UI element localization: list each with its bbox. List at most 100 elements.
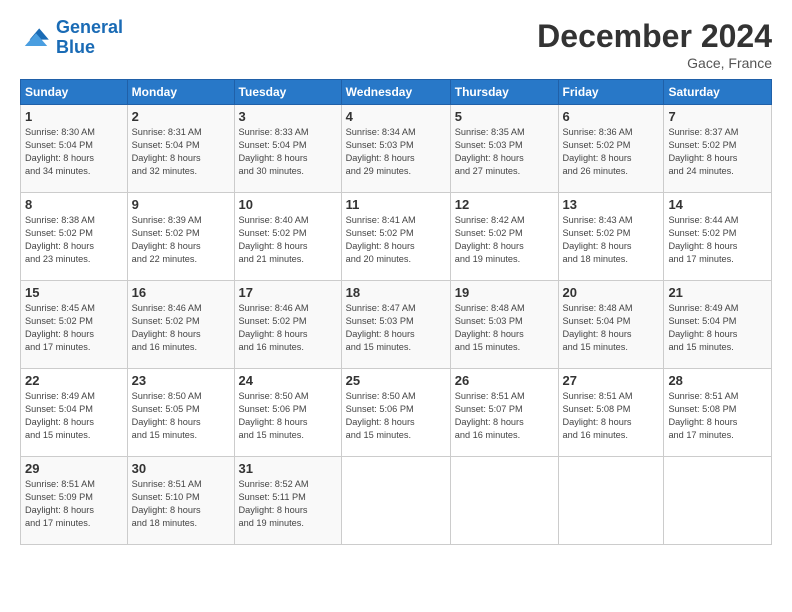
calendar-cell [664,457,772,545]
calendar-week-1: 1 Sunrise: 8:30 AMSunset: 5:04 PMDaylight… [21,105,772,193]
calendar-cell: 16 Sunrise: 8:46 AMSunset: 5:02 PMDayligh… [127,281,234,369]
day-info: Sunrise: 8:51 AMSunset: 5:09 PMDaylight:… [25,478,123,530]
day-info: Sunrise: 8:35 AMSunset: 5:03 PMDaylight:… [455,126,554,178]
day-info: Sunrise: 8:51 AMSunset: 5:07 PMDaylight:… [455,390,554,442]
calendar-cell: 13 Sunrise: 8:43 AMSunset: 5:02 PMDayligh… [558,193,664,281]
day-info: Sunrise: 8:42 AMSunset: 5:02 PMDaylight:… [455,214,554,266]
day-info: Sunrise: 8:39 AMSunset: 5:02 PMDaylight:… [132,214,230,266]
day-info: Sunrise: 8:36 AMSunset: 5:02 PMDaylight:… [563,126,660,178]
day-info: Sunrise: 8:50 AMSunset: 5:06 PMDaylight:… [346,390,446,442]
day-info: Sunrise: 8:50 AMSunset: 5:05 PMDaylight:… [132,390,230,442]
day-number: 6 [563,109,660,124]
day-number: 28 [668,373,767,388]
calendar-cell: 27Sunrise: 8:51 AMSunset: 5:08 PMDayligh… [558,369,664,457]
logo-line1: General [56,17,123,37]
calendar-cell: 21 Sunrise: 8:49 AMSunset: 5:04 PMDayligh… [664,281,772,369]
day-info: Sunrise: 8:30 AMSunset: 5:04 PMDaylight:… [25,126,123,178]
day-number: 7 [668,109,767,124]
calendar-cell: 25 Sunrise: 8:50 AMSunset: 5:06 PMDayligh… [341,369,450,457]
day-info: Sunrise: 8:49 AMSunset: 5:04 PMDaylight:… [25,390,123,442]
logo: General Blue [20,18,123,58]
day-info: Sunrise: 8:48 AMSunset: 5:03 PMDaylight:… [455,302,554,354]
calendar-cell: 26 Sunrise: 8:51 AMSunset: 5:07 PMDayligh… [450,369,558,457]
title-block: December 2024 Gace, France [537,18,772,71]
day-number: 24 [239,373,337,388]
month-title: December 2024 [537,18,772,55]
calendar-cell [341,457,450,545]
calendar-week-4: 22 Sunrise: 8:49 AMSunset: 5:04 PMDayligh… [21,369,772,457]
day-info: Sunrise: 8:31 AMSunset: 5:04 PMDaylight:… [132,126,230,178]
day-info: Sunrise: 8:49 AMSunset: 5:04 PMDaylight:… [668,302,767,354]
calendar-cell: 2 Sunrise: 8:31 AMSunset: 5:04 PMDaylight… [127,105,234,193]
calendar-cell: 23 Sunrise: 8:50 AMSunset: 5:05 PMDayligh… [127,369,234,457]
day-number: 4 [346,109,446,124]
calendar-cell: 3Sunrise: 8:33 AMSunset: 5:04 PMDaylight… [234,105,341,193]
col-monday: Monday [127,80,234,105]
day-number: 13 [563,197,660,212]
day-number: 10 [239,197,337,212]
day-info: Sunrise: 8:52 AMSunset: 5:11 PMDaylight:… [239,478,337,530]
day-number: 14 [668,197,767,212]
day-number: 23 [132,373,230,388]
day-number: 30 [132,461,230,476]
day-number: 19 [455,285,554,300]
calendar-cell: 17 Sunrise: 8:46 AMSunset: 5:02 PMDayligh… [234,281,341,369]
calendar-week-3: 15Sunrise: 8:45 AMSunset: 5:02 PMDayligh… [21,281,772,369]
calendar-cell: 20 Sunrise: 8:48 AMSunset: 5:04 PMDayligh… [558,281,664,369]
day-number: 29 [25,461,123,476]
calendar-header: Sunday Monday Tuesday Wednesday Thursday… [21,80,772,105]
day-info: Sunrise: 8:51 AMSunset: 5:08 PMDaylight:… [668,390,767,442]
day-number: 31 [239,461,337,476]
day-number: 16 [132,285,230,300]
day-info: Sunrise: 8:47 AMSunset: 5:03 PMDaylight:… [346,302,446,354]
calendar-cell: 9 Sunrise: 8:39 AMSunset: 5:02 PMDaylight… [127,193,234,281]
calendar-cell: 7Sunrise: 8:37 AMSunset: 5:02 PMDaylight… [664,105,772,193]
day-info: Sunrise: 8:43 AMSunset: 5:02 PMDaylight:… [563,214,660,266]
day-number: 21 [668,285,767,300]
header-row: Sunday Monday Tuesday Wednesday Thursday… [21,80,772,105]
day-number: 15 [25,285,123,300]
calendar-cell: 22 Sunrise: 8:49 AMSunset: 5:04 PMDayligh… [21,369,128,457]
day-info: Sunrise: 8:46 AMSunset: 5:02 PMDaylight:… [239,302,337,354]
calendar-cell: 1 Sunrise: 8:30 AMSunset: 5:04 PMDaylight… [21,105,128,193]
day-number: 2 [132,109,230,124]
calendar-cell: 10Sunrise: 8:40 AMSunset: 5:02 PMDayligh… [234,193,341,281]
day-info: Sunrise: 8:34 AMSunset: 5:03 PMDaylight:… [346,126,446,178]
day-number: 20 [563,285,660,300]
calendar-cell [558,457,664,545]
col-friday: Friday [558,80,664,105]
calendar-cell: 4 Sunrise: 8:34 AMSunset: 5:03 PMDaylight… [341,105,450,193]
day-number: 1 [25,109,123,124]
day-info: Sunrise: 8:33 AMSunset: 5:04 PMDaylight:… [239,126,337,178]
col-saturday: Saturday [664,80,772,105]
calendar-cell: 5Sunrise: 8:35 AMSunset: 5:03 PMDaylight… [450,105,558,193]
day-number: 17 [239,285,337,300]
calendar-cell: 11 Sunrise: 8:41 AMSunset: 5:02 PMDayligh… [341,193,450,281]
calendar-cell: 19 Sunrise: 8:48 AMSunset: 5:03 PMDayligh… [450,281,558,369]
day-info: Sunrise: 8:51 AMSunset: 5:10 PMDaylight:… [132,478,230,530]
calendar-cell: 8Sunrise: 8:38 AMSunset: 5:02 PMDaylight… [21,193,128,281]
day-info: Sunrise: 8:46 AMSunset: 5:02 PMDaylight:… [132,302,230,354]
calendar-cell: 12 Sunrise: 8:42 AMSunset: 5:02 PMDayligh… [450,193,558,281]
logo-line2: Blue [56,37,95,57]
calendar-body: 1 Sunrise: 8:30 AMSunset: 5:04 PMDaylight… [21,105,772,545]
day-number: 11 [346,197,446,212]
day-number: 26 [455,373,554,388]
col-tuesday: Tuesday [234,80,341,105]
day-number: 9 [132,197,230,212]
calendar-cell: 29 Sunrise: 8:51 AMSunset: 5:09 PMDayligh… [21,457,128,545]
day-number: 22 [25,373,123,388]
day-info: Sunrise: 8:41 AMSunset: 5:02 PMDaylight:… [346,214,446,266]
day-number: 12 [455,197,554,212]
day-number: 18 [346,285,446,300]
day-info: Sunrise: 8:44 AMSunset: 5:02 PMDaylight:… [668,214,767,266]
calendar-week-2: 8Sunrise: 8:38 AMSunset: 5:02 PMDaylight… [21,193,772,281]
col-thursday: Thursday [450,80,558,105]
day-number: 25 [346,373,446,388]
day-number: 8 [25,197,123,212]
calendar-cell: 18 Sunrise: 8:47 AMSunset: 5:03 PMDayligh… [341,281,450,369]
day-info: Sunrise: 8:50 AMSunset: 5:06 PMDaylight:… [239,390,337,442]
calendar: Sunday Monday Tuesday Wednesday Thursday… [20,79,772,545]
day-info: Sunrise: 8:48 AMSunset: 5:04 PMDaylight:… [563,302,660,354]
logo-text: General Blue [56,18,123,58]
